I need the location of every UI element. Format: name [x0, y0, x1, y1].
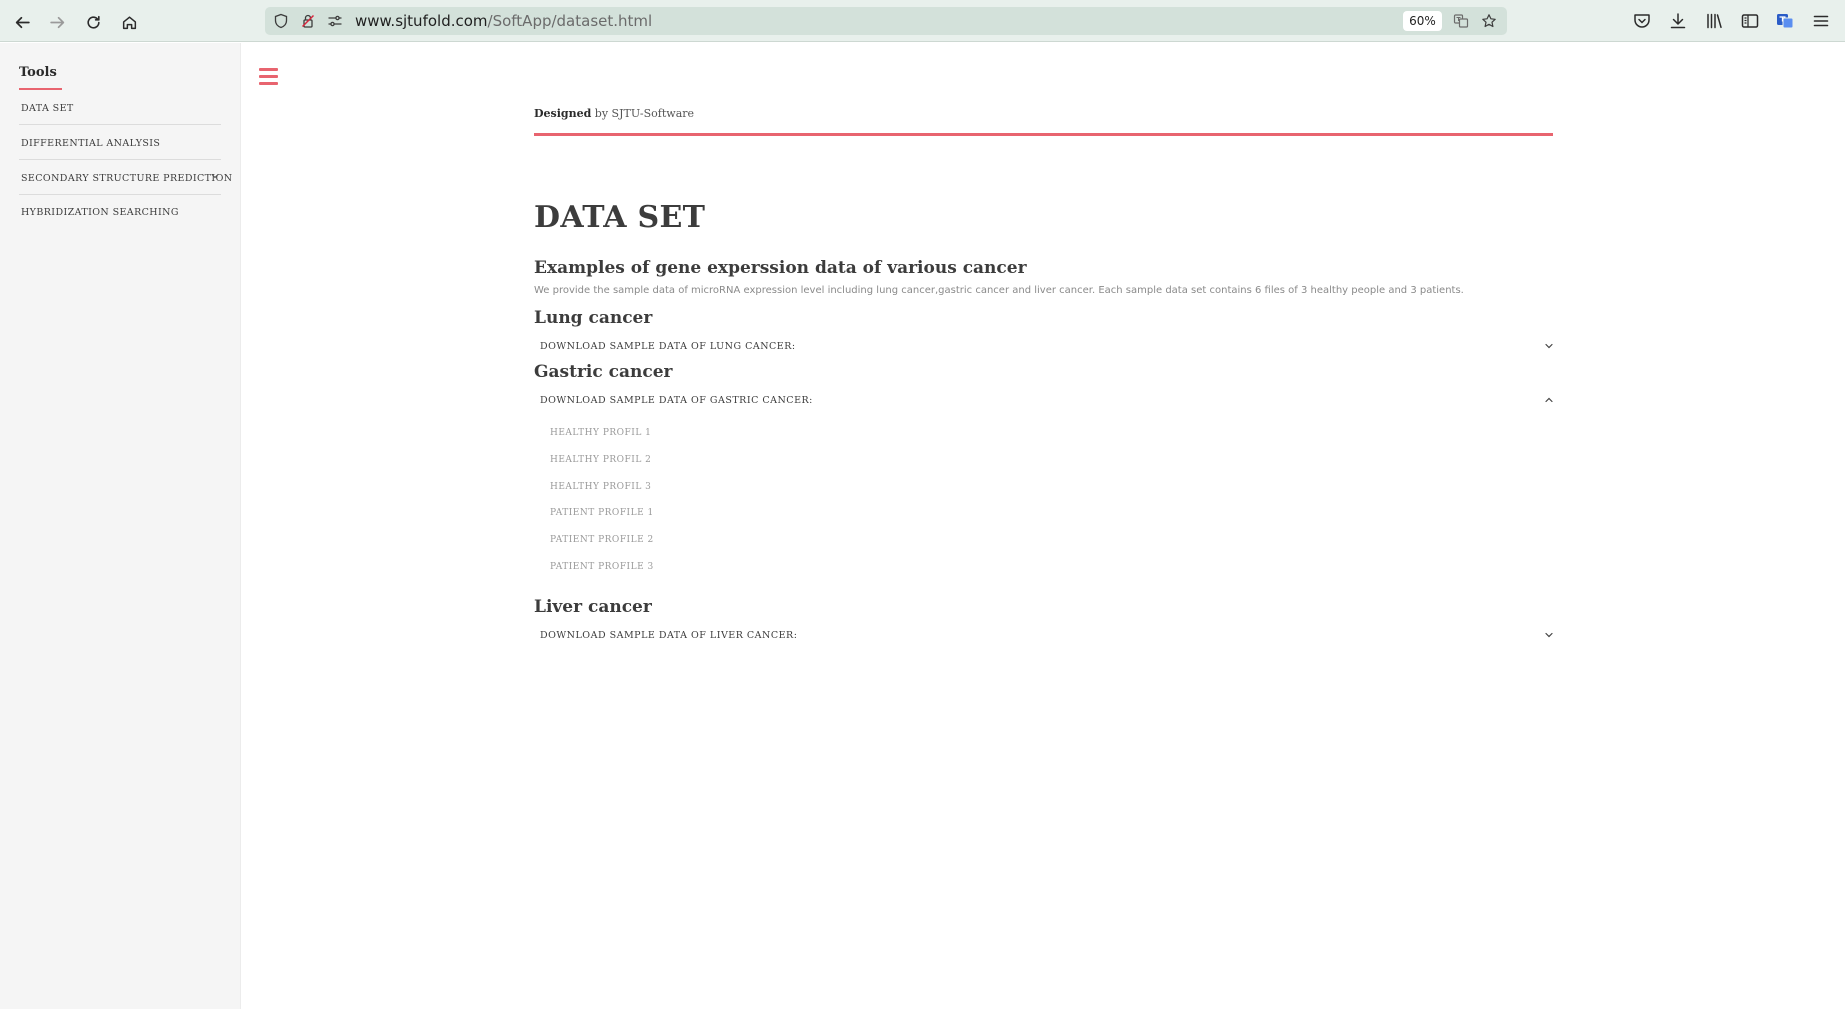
translate-icon[interactable] [1453, 13, 1469, 29]
section-heading-lung-cancer: Lung cancer [534, 308, 653, 328]
page-subtitle: Examples of gene experssion data of vari… [534, 258, 1027, 278]
designed-bold: Designed [534, 107, 592, 120]
url-path: /SoftApp/dataset.html [487, 12, 653, 30]
home-button[interactable] [116, 9, 142, 35]
designed-by-credit: Designed by SJTU-Software [534, 107, 694, 120]
arrow-right-icon [49, 16, 64, 28]
download-link-healthy-profil-3[interactable]: HEALTHY PROFIL 3 [550, 482, 651, 492]
sidebar-title: Tools [19, 65, 57, 80]
bookmark-star-icon[interactable] [1481, 13, 1497, 29]
accordion-toggle-gastric-cancer[interactable]: DOWNLOAD SAMPLE DATA OF GASTRIC CANCER: [540, 395, 813, 406]
chevron-down-icon[interactable] [1543, 337, 1555, 349]
zoom-level-badge[interactable]: 60% [1403, 11, 1442, 31]
accordion-toggle-liver-cancer[interactable]: DOWNLOAD SAMPLE DATA OF LIVER CANCER: [540, 630, 797, 641]
accordion-toggle-lung-cancer[interactable]: DOWNLOAD SAMPLE DATA OF LUNG CANCER: [540, 341, 796, 352]
menu-toggle-icon[interactable] [259, 68, 278, 85]
browser-toolbar: www.sjtufold.com/SoftApp/dataset.html 60… [0, 0, 1845, 42]
url-host: www.sjtufold.com [355, 12, 488, 30]
download-link-patient-profile-2[interactable]: PATIENT PROFILE 2 [550, 535, 654, 545]
app-menu-icon[interactable] [1811, 11, 1831, 31]
download-link-patient-profile-1[interactable]: PATIENT PROFILE 1 [550, 508, 654, 518]
shield-icon[interactable] [273, 13, 289, 29]
sidebar-item-hybridization-searching[interactable]: HYBRIDIZATION SEARCHING [21, 207, 221, 218]
chevron-down-icon[interactable] [210, 171, 220, 181]
translate-extension-icon[interactable] [1775, 11, 1795, 31]
permissions-icon[interactable] [327, 13, 343, 29]
back-button[interactable] [9, 9, 35, 35]
sidebar-divider [19, 194, 221, 195]
sidebar-item-secondary-structure-prediction[interactable]: SECONDARY STRUCTURE PREDICTION [21, 173, 232, 184]
sidebar-item-data-set[interactable]: DATA SET [21, 103, 221, 114]
download-link-patient-profile-3[interactable]: PATIENT PROFILE 3 [550, 562, 654, 572]
home-icon [122, 15, 136, 29]
sidebar-toggle-icon[interactable] [1740, 11, 1760, 31]
designed-rest: by SJTU-Software [594, 107, 695, 120]
address-bar[interactable]: www.sjtufold.com/SoftApp/dataset.html 60… [265, 7, 1507, 35]
reload-button[interactable] [80, 9, 106, 35]
chevron-up-icon[interactable] [1543, 391, 1555, 403]
insecure-lock-icon[interactable] [300, 13, 316, 29]
section-heading-liver-cancer: Liver cancer [534, 597, 652, 617]
tools-sidebar: Tools DATA SET DIFFERENTIAL ANALYSIS SEC… [0, 43, 241, 1009]
reload-icon [86, 15, 100, 29]
arrow-left-icon [15, 16, 30, 28]
sidebar-divider [19, 124, 221, 125]
header-divider [534, 133, 1553, 136]
sidebar-divider [19, 159, 221, 160]
download-link-healthy-profil-2[interactable]: HEALTHY PROFIL 2 [550, 455, 651, 465]
sidebar-item-differential-analysis[interactable]: DIFFERENTIAL ANALYSIS [21, 138, 221, 149]
download-link-healthy-profil-1[interactable]: HEALTHY PROFIL 1 [550, 428, 651, 438]
page-description: We provide the sample data of microRNA e… [534, 285, 1464, 296]
url-text[interactable]: www.sjtufold.com/SoftApp/dataset.html [355, 12, 652, 30]
page-title: DATA SET [534, 200, 706, 235]
library-icon[interactable] [1704, 11, 1724, 31]
chevron-down-icon[interactable] [1543, 626, 1555, 638]
forward-button[interactable] [44, 9, 70, 35]
sidebar-title-underline [19, 88, 62, 90]
pocket-icon[interactable] [1632, 11, 1652, 31]
section-heading-gastric-cancer: Gastric cancer [534, 362, 673, 382]
downloads-icon[interactable] [1668, 11, 1688, 31]
